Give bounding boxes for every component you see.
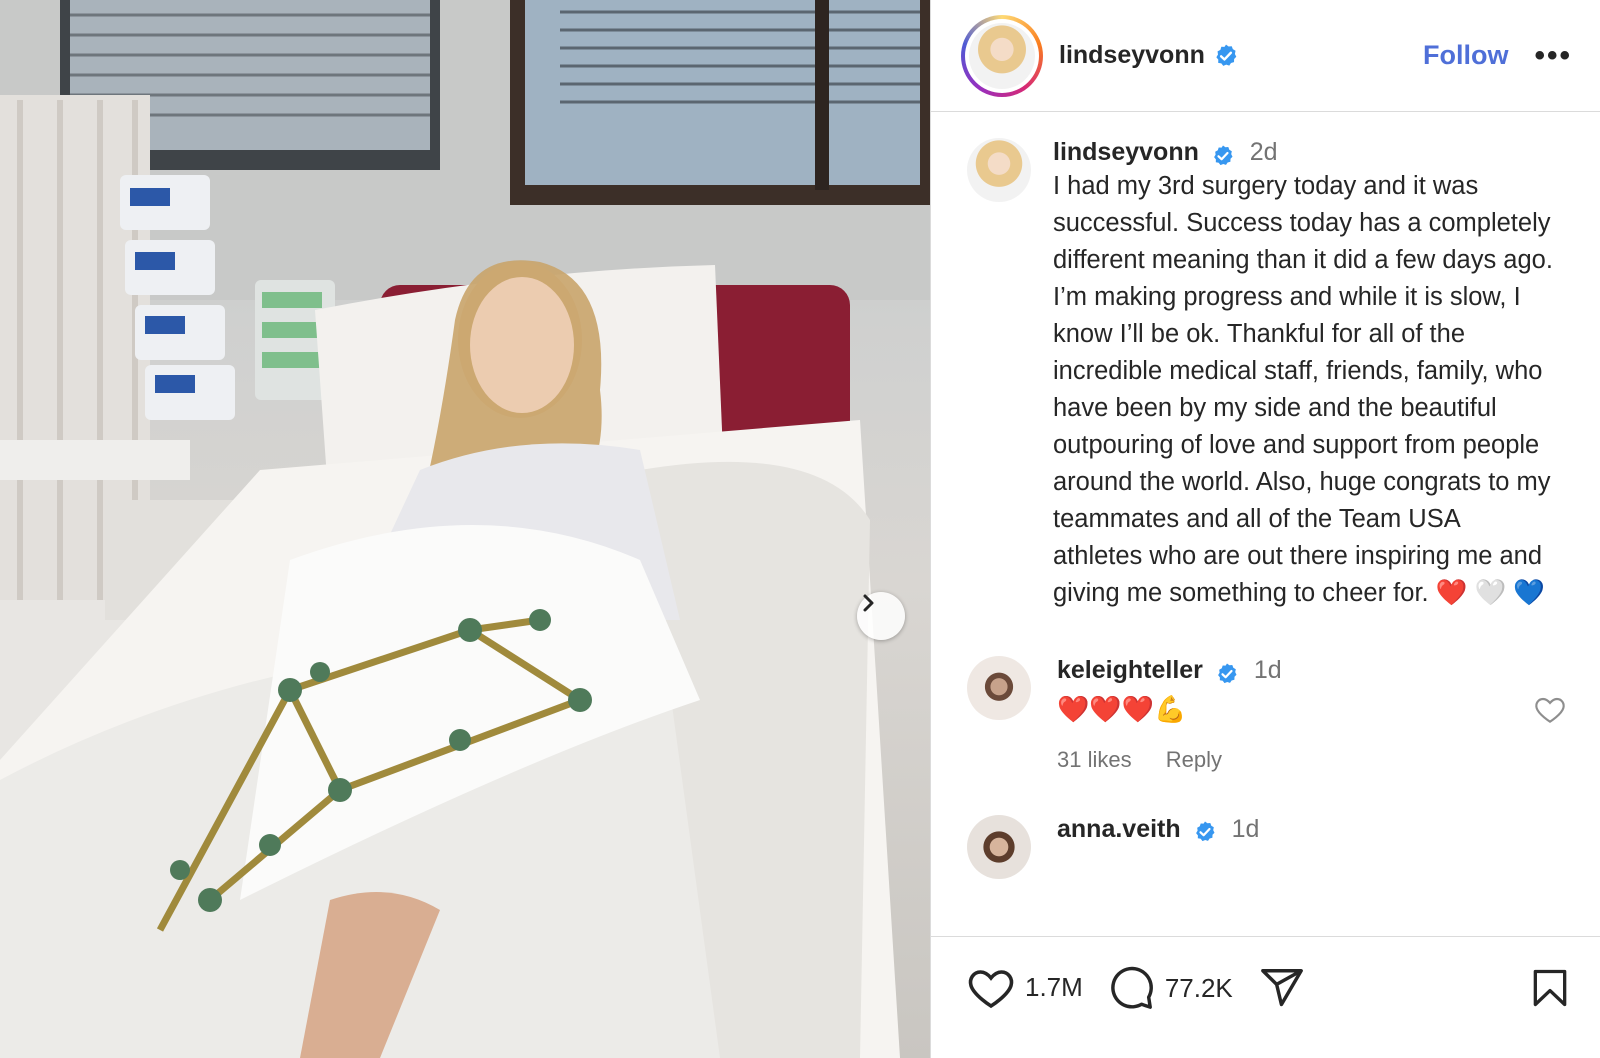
chevron-right-icon — [863, 594, 874, 612]
comment-button[interactable]: 77.2K — [1109, 965, 1233, 1011]
like-button[interactable]: 1.7M — [967, 965, 1083, 1009]
commenter-avatar[interactable] — [967, 814, 1031, 879]
like-comment-icon[interactable] — [1534, 694, 1566, 724]
comment-likes[interactable]: 31 likes — [1057, 747, 1132, 772]
heart-icon — [968, 970, 1014, 1009]
comment-item: keleighteller 1d ❤️❤️❤️💪 31 likes Reply — [931, 655, 1600, 773]
author-username[interactable]: lindseyvonn — [1059, 41, 1205, 70]
verified-badge-icon — [1214, 145, 1233, 165]
comments-list[interactable]: lindseyvonn 2d I had my 3rd surgery toda… — [931, 112, 1600, 938]
commenter-username[interactable]: anna.veith — [1057, 815, 1181, 843]
post-panel: lindseyvonn Follow ••• lindseyvonn 2d I … — [930, 0, 1600, 1058]
verified-badge-icon — [1218, 663, 1237, 683]
caption-text: I had my 3rd surgery today and it was su… — [1053, 171, 1553, 607]
comment-time[interactable]: 1d — [1254, 656, 1282, 684]
comment-icon — [1110, 966, 1153, 1009]
likes-count[interactable]: 1.7M — [1025, 972, 1083, 1003]
verified-badge-icon — [1196, 821, 1215, 842]
share-icon — [1260, 969, 1303, 1007]
caption-time[interactable]: 2d — [1250, 138, 1278, 166]
post-photo — [0, 0, 930, 1058]
comment-time[interactable]: 1d — [1232, 815, 1260, 843]
story-ring[interactable] — [961, 14, 1043, 97]
next-image-button[interactable] — [857, 592, 905, 640]
caption: lindseyvonn 2d I had my 3rd surgery toda… — [931, 112, 1600, 612]
bookmark-icon — [1533, 969, 1567, 1007]
share-button[interactable] — [1259, 965, 1305, 1011]
comment-text: ❤️❤️❤️💪 — [1057, 693, 1187, 724]
hospital-bed-photo — [0, 0, 930, 1058]
verified-badge-icon — [1216, 44, 1237, 66]
comment-item: anna.veith 1d — [931, 814, 1600, 879]
caption-username[interactable]: lindseyvonn — [1053, 138, 1199, 166]
commenter-username[interactable]: keleighteller — [1057, 656, 1203, 684]
reply-button[interactable]: Reply — [1166, 747, 1222, 772]
commenter-avatar[interactable] — [967, 655, 1031, 720]
post-header: lindseyvonn Follow ••• — [931, 0, 1600, 112]
comments-count[interactable]: 77.2K — [1165, 973, 1233, 1004]
post-actions: 1.7M 77.2K — [931, 936, 1600, 1058]
save-button[interactable] — [1528, 965, 1572, 1016]
caption-avatar[interactable] — [967, 138, 1031, 202]
follow-button[interactable]: Follow — [1423, 40, 1508, 71]
more-options-icon[interactable]: ••• — [1534, 39, 1572, 73]
author-avatar — [969, 22, 1035, 89]
